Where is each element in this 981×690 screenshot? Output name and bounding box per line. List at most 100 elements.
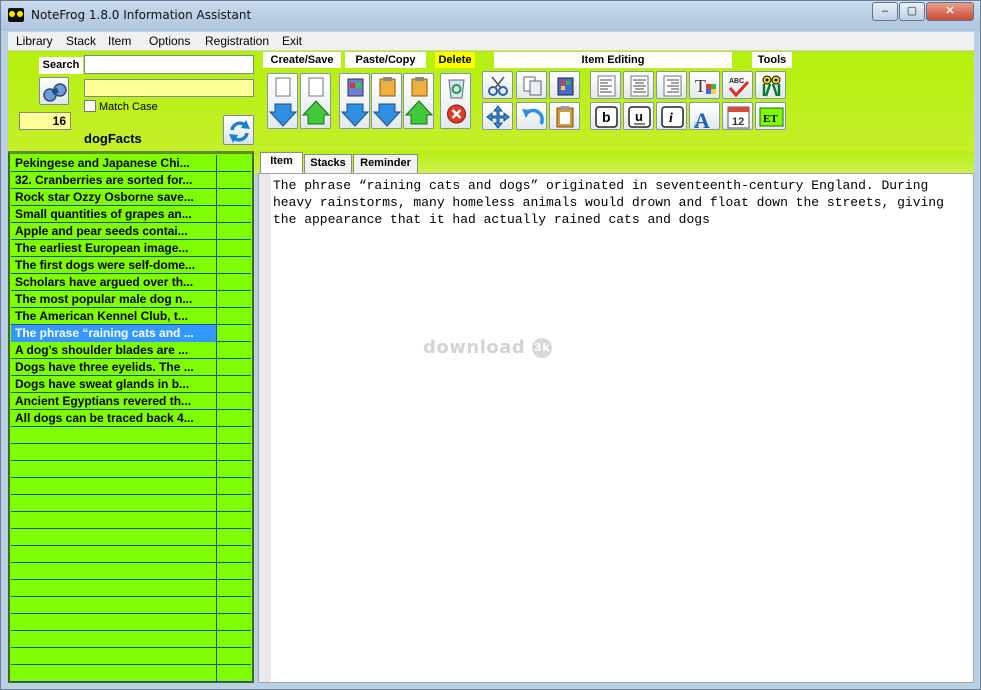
cut-button[interactable] (482, 71, 513, 99)
align-left-icon (597, 75, 616, 97)
paste-button[interactable] (549, 71, 580, 99)
new-item-above-button[interactable] (300, 73, 331, 129)
move-button[interactable] (482, 102, 513, 130)
binoculars-icon (43, 83, 67, 102)
item-list[interactable]: Pekingese and Japanese Chi... 32. Cranber… (8, 151, 254, 683)
svg-text:ABC: ABC (729, 78, 744, 85)
list-item[interactable]: The most popular male dog n... (11, 291, 251, 308)
frog-tool-button[interactable] (755, 71, 786, 99)
list-item[interactable] (11, 478, 251, 495)
list-item[interactable] (11, 444, 251, 461)
list-item[interactable]: Pekingese and Japanese Chi... (11, 155, 251, 172)
list-item[interactable] (11, 461, 251, 478)
undo-button[interactable] (516, 102, 547, 130)
menu-registration[interactable]: Registration (205, 34, 269, 48)
list-item[interactable]: A dog’s shoulder blades are ... (11, 342, 251, 359)
list-item[interactable] (11, 614, 251, 631)
list-item-text: 32. Cranberries are sorted for... (11, 172, 217, 189)
list-item[interactable]: Rock star Ozzy Osborne save... (11, 189, 251, 206)
list-item[interactable]: 32. Cranberries are sorted for... (11, 172, 251, 189)
list-item[interactable] (11, 665, 251, 682)
status-bar (8, 683, 974, 689)
move-icon (486, 105, 510, 129)
list-item[interactable]: The first dogs were self-dome... (11, 257, 251, 274)
tab-item[interactable]: Item (260, 152, 303, 174)
list-item[interactable] (11, 563, 251, 580)
list-item[interactable]: Dogs have three eyelids. The ... (11, 359, 251, 376)
watermark-badge: 3k (532, 338, 553, 358)
group-item-editing: Item Editing (494, 52, 732, 68)
cut-icon (488, 76, 508, 96)
close-button[interactable]: ✕ (926, 2, 974, 21)
search-button[interactable] (39, 77, 69, 105)
font-color-button[interactable]: T (689, 71, 720, 99)
list-item[interactable] (11, 631, 251, 648)
list-item[interactable]: The American Kennel Club, t... (11, 308, 251, 325)
list-item-text (11, 665, 217, 682)
align-right-button[interactable] (656, 71, 687, 99)
tab-reminder[interactable]: Reminder (353, 154, 418, 173)
calendar-button[interactable]: 12 (722, 102, 753, 130)
list-item-text (11, 563, 217, 580)
menu-library[interactable]: Library (16, 34, 53, 48)
menu-stack[interactable]: Stack (66, 34, 96, 48)
list-item[interactable]: Small quantities of grapes an... (11, 206, 251, 223)
list-item[interactable]: Scholars have argued over th... (11, 274, 251, 291)
menu-item[interactable]: Item (108, 34, 131, 48)
list-item[interactable] (11, 529, 251, 546)
align-left-button[interactable] (590, 71, 621, 99)
list-item-text (11, 427, 217, 444)
stack-name: dogFacts (84, 131, 142, 146)
list-item[interactable]: Apple and pear seeds contai... (11, 223, 251, 240)
list-item[interactable] (11, 546, 251, 563)
refresh-button[interactable] (223, 115, 254, 145)
list-item[interactable] (11, 580, 251, 597)
maximize-button[interactable]: ▢ (899, 2, 925, 21)
list-item[interactable] (11, 512, 251, 529)
list-item[interactable] (11, 597, 251, 614)
paste-below-button[interactable] (339, 73, 370, 129)
font-button[interactable]: A a (689, 102, 720, 131)
group-create-save: Create/Save (263, 52, 341, 68)
note-text[interactable]: The phrase “raining cats and dogs” origi… (273, 177, 973, 228)
list-item[interactable] (11, 648, 251, 665)
align-center-button[interactable] (623, 71, 654, 99)
new-item-below-button[interactable] (267, 73, 298, 129)
list-item-text (11, 546, 217, 563)
match-case-checkbox[interactable]: Match Case (84, 100, 158, 113)
copy-button[interactable] (516, 71, 547, 99)
watermark-text: download (423, 337, 526, 358)
search-secondary-field[interactable] (84, 79, 254, 97)
italic-button[interactable]: i (656, 102, 687, 130)
list-item[interactable]: The phrase “raining cats and ... (11, 325, 251, 342)
et-tool-button[interactable]: ET (755, 102, 786, 130)
clipboard-icon (556, 106, 574, 128)
note-editor[interactable]: The phrase “raining cats and dogs” origi… (258, 173, 974, 683)
list-item[interactable]: Ancient Egyptians revered th... (11, 393, 251, 410)
paste-copy-below-button[interactable] (371, 73, 402, 129)
search-input[interactable] (84, 55, 254, 74)
list-item[interactable] (11, 495, 251, 512)
list-item[interactable]: Dogs have sweat glands in b... (11, 376, 251, 393)
list-item-text (11, 631, 217, 648)
bold-button[interactable]: b (590, 102, 621, 130)
menu-exit[interactable]: Exit (282, 34, 302, 48)
list-item-text: A dog’s shoulder blades are ... (11, 342, 217, 359)
svg-text:b: b (602, 109, 611, 125)
list-item[interactable]: All dogs can be traced back 4... (11, 410, 251, 427)
list-item[interactable] (11, 427, 251, 444)
list-item-text (11, 478, 217, 495)
list-item-text: Ancient Egyptians revered th... (11, 393, 217, 410)
list-item[interactable]: The earliest European image... (11, 240, 251, 257)
paste-icon (557, 77, 574, 96)
underline-button[interactable]: u (623, 102, 654, 130)
frog-app-icon (8, 8, 24, 22)
paste-above-button[interactable] (403, 73, 434, 129)
delete-button[interactable] (440, 73, 471, 129)
tab-stacks[interactable]: Stacks (304, 154, 352, 173)
menu-options[interactable]: Options (149, 34, 190, 48)
minimize-button[interactable]: – (872, 2, 898, 21)
spell-check-button[interactable]: ABC (722, 71, 753, 99)
new-item-down-icon (268, 77, 298, 127)
clipboard-button[interactable] (549, 102, 580, 130)
